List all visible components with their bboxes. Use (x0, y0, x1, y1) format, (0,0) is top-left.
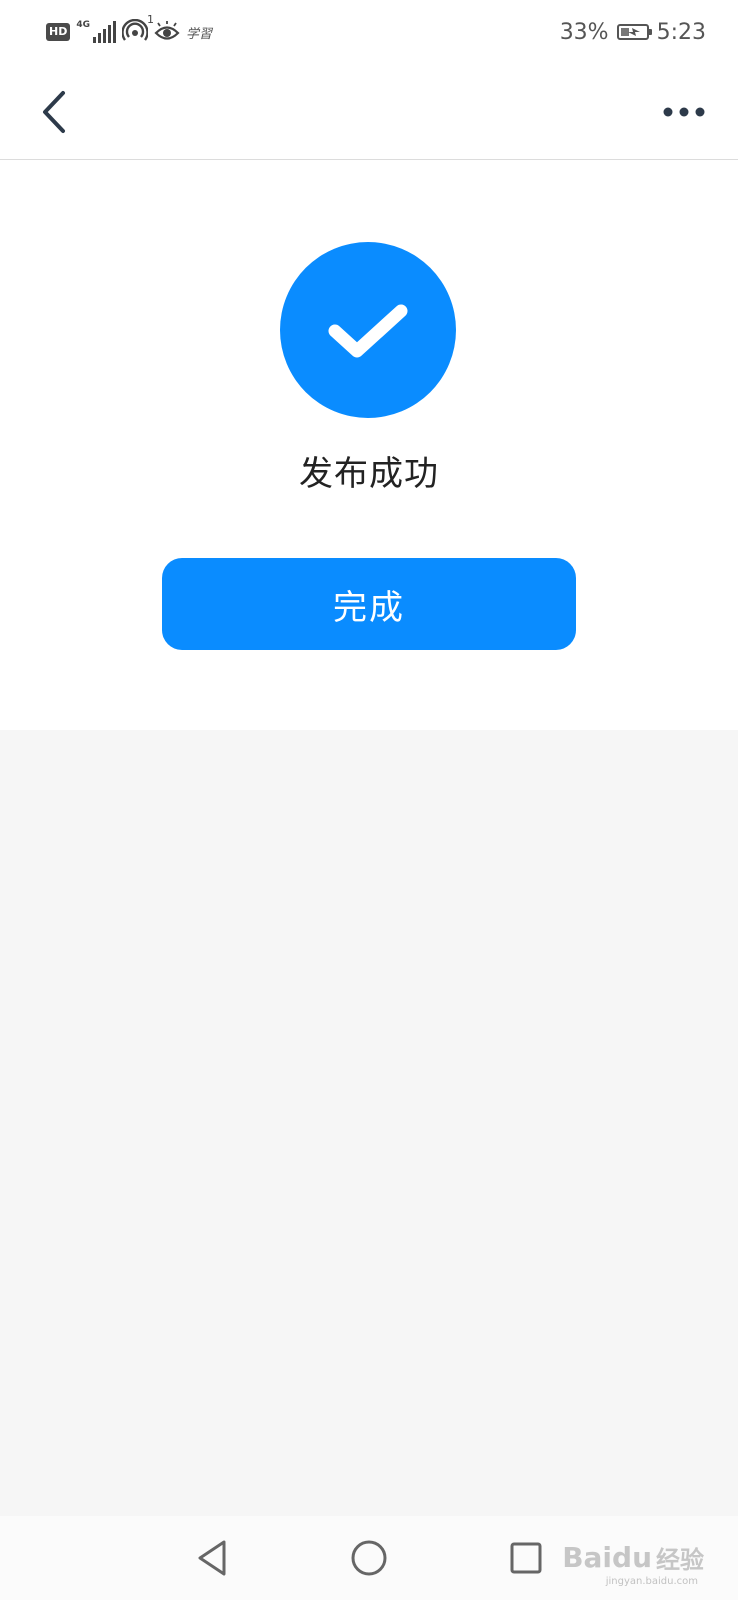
check-circle-icon (280, 242, 456, 418)
hd-icon: HD (46, 23, 71, 41)
watermark-brand: Baidu (562, 1541, 652, 1574)
network-type-label: 4G (76, 20, 90, 30)
watermark-suffix: 经验 (656, 1546, 704, 1574)
battery-charging-icon (616, 24, 652, 40)
system-home-button[interactable] (343, 1532, 395, 1584)
hotspot-icon: 1 (121, 13, 154, 45)
status-bar: HD 4G 1 学習 33% 5:23 (0, 0, 738, 64)
eye-icon (154, 21, 180, 43)
done-button[interactable]: 完成 (162, 558, 576, 650)
system-back-button[interactable] (186, 1532, 238, 1584)
navigation-bar (0, 64, 738, 160)
clock: 5:23 (656, 19, 706, 45)
baidu-watermark: Baidu 经验 (562, 1540, 704, 1575)
system-recents-button[interactable] (500, 1532, 552, 1584)
status-icons-right: 33% 5:23 (560, 16, 706, 48)
chevron-left-icon (43, 91, 65, 133)
more-button[interactable] (656, 84, 712, 140)
signal-icon: 4G (76, 21, 116, 43)
home-circle-icon (351, 1540, 387, 1576)
watermark-url: jingyan.baidu.com (605, 1576, 698, 1587)
success-panel: 发布成功 完成 (0, 160, 738, 730)
recent-square-icon (510, 1542, 542, 1574)
back-button[interactable] (26, 84, 82, 140)
battery-percent: 33% (559, 19, 609, 45)
system-navigation-bar: Baidu 经验 jingyan.baidu.com (0, 1516, 738, 1600)
back-triangle-icon (198, 1540, 226, 1576)
signature-text: 学習 (186, 26, 213, 42)
empty-area (0, 730, 738, 1516)
more-dots-icon (663, 107, 705, 117)
status-icons-left: HD 4G 1 学習 (46, 13, 213, 48)
success-message: 发布成功 (299, 454, 439, 494)
hotspot-count: 1 (147, 13, 154, 26)
